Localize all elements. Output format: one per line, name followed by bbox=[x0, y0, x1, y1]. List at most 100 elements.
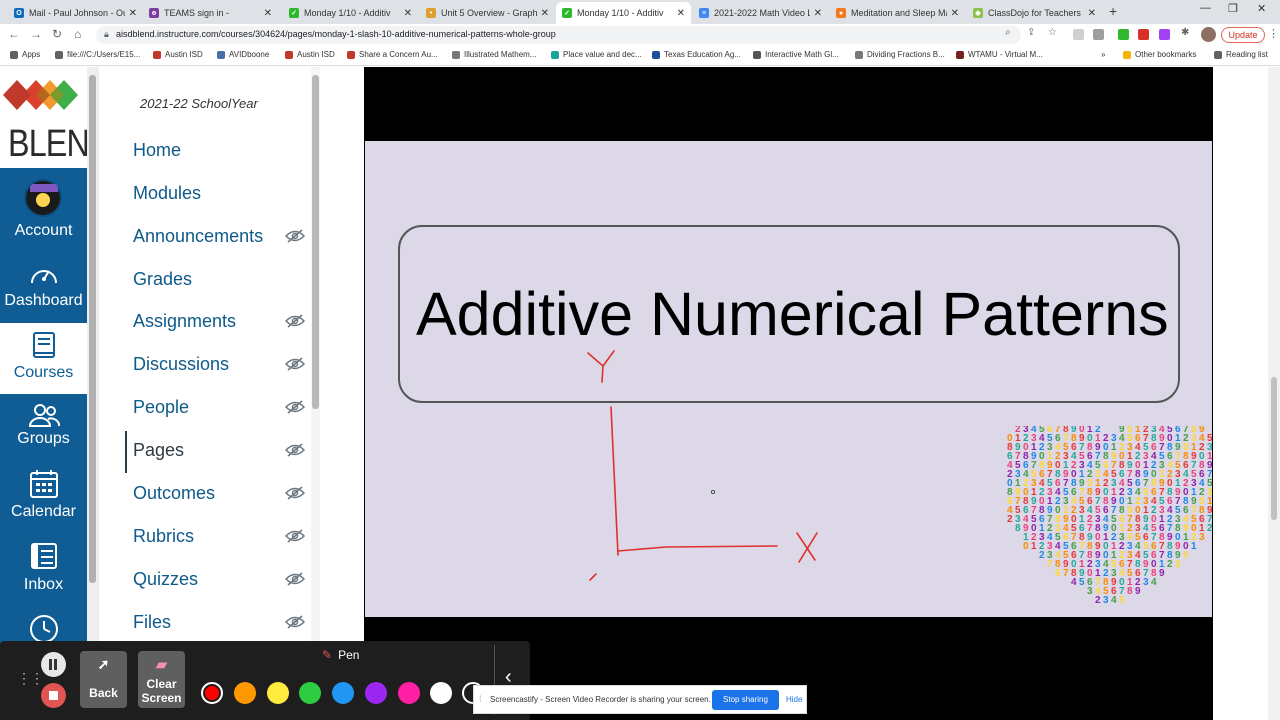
course-nav-item-discussions[interactable]: Discussions bbox=[133, 354, 229, 375]
bookmark-item[interactable]: Austin ISD bbox=[285, 50, 335, 59]
bookmark-item[interactable]: file:///C:/Users/E15... bbox=[55, 50, 140, 59]
course-nav-scrollbar[interactable] bbox=[311, 67, 320, 720]
pen-tool-indicator[interactable]: ✎ Pen bbox=[322, 648, 359, 662]
color-swatch[interactable] bbox=[299, 682, 321, 704]
tab-close-icon[interactable]: ✕ bbox=[129, 8, 137, 19]
stop-sharing-button[interactable]: Stop sharing bbox=[712, 690, 779, 710]
pause-recording-button[interactable] bbox=[41, 652, 66, 677]
scrollbar-thumb[interactable] bbox=[89, 75, 96, 583]
menu-icon[interactable]: ⋮ bbox=[1268, 27, 1279, 40]
bookmark-item[interactable]: Texas Education Ag... bbox=[652, 50, 741, 59]
reload-icon[interactable]: ↻ bbox=[52, 27, 62, 41]
color-swatch[interactable] bbox=[365, 682, 387, 704]
bookmark-item[interactable]: AVIDboone bbox=[217, 50, 269, 59]
bookmark-item[interactable]: Illustrated Mathem... bbox=[452, 50, 536, 59]
browser-tab[interactable]: • Unit 5 Overview - Graphi ✕ bbox=[420, 2, 555, 24]
extension-icon[interactable] bbox=[1118, 29, 1129, 40]
bookmark-item[interactable]: Place value and dec... bbox=[551, 50, 642, 59]
new-tab-button[interactable]: + bbox=[1109, 3, 1117, 19]
bookmark-item[interactable]: Interactive Math Gl... bbox=[753, 50, 839, 59]
nav-inbox[interactable]: Inbox bbox=[0, 536, 87, 608]
extensions-puzzle-icon[interactable]: ✱ bbox=[1181, 27, 1189, 38]
scrollbar-thumb[interactable] bbox=[1271, 377, 1277, 520]
tab-close-icon[interactable]: ✕ bbox=[677, 8, 685, 19]
profile-avatar[interactable] bbox=[1201, 27, 1216, 42]
extension-icon[interactable] bbox=[1073, 29, 1084, 40]
hide-button[interactable]: Hide bbox=[786, 695, 802, 704]
tab-close-icon[interactable]: ✕ bbox=[951, 8, 959, 19]
browser-tab[interactable]: ✓ Monday 1/10 - Additiv ✕ bbox=[283, 2, 418, 24]
nav-groups[interactable]: Groups bbox=[0, 394, 87, 459]
course-nav-item-outcomes[interactable]: Outcomes bbox=[133, 483, 215, 504]
browser-tab[interactable]: ◆ ClassDojo for Teachers ✕ bbox=[967, 2, 1102, 24]
course-nav-item-announcements[interactable]: Announcements bbox=[133, 226, 263, 247]
course-nav-item-assignments[interactable]: Assignments bbox=[133, 311, 236, 332]
color-swatch[interactable] bbox=[201, 682, 223, 704]
grip-icon[interactable]: ⁞ bbox=[479, 694, 482, 704]
course-nav-item-home[interactable]: Home bbox=[133, 140, 181, 161]
blend-logo[interactable]: BLEND bbox=[0, 67, 112, 168]
bookmark-favicon-icon bbox=[551, 50, 559, 59]
color-swatch[interactable] bbox=[234, 682, 256, 704]
scrollbar-thumb[interactable] bbox=[312, 75, 319, 409]
course-nav-item-modules[interactable]: Modules bbox=[133, 183, 201, 204]
inbox-icon bbox=[31, 543, 57, 569]
bookmark-star-icon[interactable]: ☆ bbox=[1048, 27, 1057, 38]
forward-arrow-icon[interactable]: → bbox=[30, 27, 42, 41]
course-nav-item-quizzes[interactable]: Quizzes bbox=[133, 569, 198, 590]
hidden-eye-icon bbox=[285, 443, 305, 457]
back-arrow-icon[interactable]: ← bbox=[8, 27, 20, 41]
tab-close-icon[interactable]: ✕ bbox=[541, 8, 549, 19]
bookmark-item[interactable]: Apps bbox=[10, 50, 40, 59]
bookmark-item[interactable]: Reading list bbox=[1214, 50, 1268, 59]
bookmark-item[interactable]: Other bookmarks bbox=[1123, 50, 1196, 59]
bookmark-favicon-icon bbox=[217, 50, 225, 59]
tab-close-icon[interactable]: ✕ bbox=[814, 8, 822, 19]
browser-tab[interactable]: ɵ TEAMS sign in - ✕ bbox=[143, 2, 278, 24]
extension-icon[interactable] bbox=[1159, 29, 1170, 40]
bookmark-item[interactable]: Share a Concern Au... bbox=[347, 50, 438, 59]
browser-tab[interactable]: O Mail - Paul Johnson - Outl ✕ bbox=[8, 2, 143, 24]
bookmark-item[interactable]: Austin ISD bbox=[153, 50, 203, 59]
zoom-icon[interactable]: ⌕ bbox=[1005, 27, 1011, 38]
bookmark-item[interactable]: Dividing Fractions B... bbox=[855, 50, 945, 59]
drag-handle-icon[interactable]: ⋮⋮ bbox=[17, 670, 44, 687]
url-field[interactable]: 🔒︎ aisdblend.instructure.com/courses/304… bbox=[96, 26, 1021, 44]
nav-calendar[interactable]: Calendar bbox=[0, 462, 87, 534]
maximize-button[interactable]: ❐ bbox=[1228, 2, 1238, 15]
bookmark-item[interactable]: WTAMU - Virtual M... bbox=[956, 50, 1043, 59]
course-nav-item-pages[interactable]: Pages bbox=[133, 440, 184, 461]
tab-close-icon[interactable]: ✕ bbox=[1088, 8, 1096, 19]
tab-close-icon[interactable]: ✕ bbox=[404, 8, 412, 19]
page-scrollbar[interactable] bbox=[1268, 67, 1280, 720]
share-icon[interactable]: ⇪ bbox=[1027, 27, 1035, 38]
pen-tool-label: Pen bbox=[338, 648, 360, 662]
browser-tab[interactable]: ● Meditation and Sleep Mad ✕ bbox=[830, 2, 965, 24]
more-bookmarks-icon[interactable]: » bbox=[1101, 50, 1105, 59]
course-nav-item-grades[interactable]: Grades bbox=[133, 269, 192, 290]
tab-close-icon[interactable]: ✕ bbox=[264, 8, 272, 19]
close-window-button[interactable]: ✕ bbox=[1257, 2, 1266, 15]
update-button[interactable]: Update bbox=[1221, 27, 1265, 43]
clear-screen-button[interactable]: ▰ Clear Screen bbox=[138, 651, 185, 708]
bookmark-favicon-icon bbox=[1214, 50, 1222, 59]
course-nav-item-people[interactable]: People bbox=[133, 397, 189, 418]
back-button[interactable]: ➚ Back bbox=[80, 651, 127, 708]
course-nav-item-rubrics[interactable]: Rubrics bbox=[133, 526, 194, 547]
browser-tab[interactable]: ≡ 2021-2022 Math Video Lin ✕ bbox=[693, 2, 828, 24]
nav-courses[interactable]: Courses bbox=[0, 323, 87, 394]
color-swatch[interactable] bbox=[430, 682, 452, 704]
browser-tab[interactable]: ✓ Monday 1/10 - Additiv ✕ bbox=[556, 2, 691, 24]
course-nav-item-files[interactable]: Files bbox=[133, 612, 171, 633]
home-icon[interactable]: ⌂ bbox=[74, 27, 81, 41]
extension-icon[interactable] bbox=[1093, 29, 1104, 40]
nav-dashboard[interactable]: Dashboard bbox=[0, 250, 87, 321]
stop-recording-button[interactable] bbox=[41, 683, 66, 708]
extension-icon[interactable] bbox=[1138, 29, 1149, 40]
color-swatch[interactable] bbox=[398, 682, 420, 704]
minimize-button[interactable]: — bbox=[1200, 2, 1211, 14]
global-nav-scrollbar[interactable] bbox=[87, 67, 99, 720]
color-swatch[interactable] bbox=[332, 682, 354, 704]
color-swatch[interactable] bbox=[267, 682, 289, 704]
nav-account[interactable]: Account bbox=[0, 168, 87, 239]
